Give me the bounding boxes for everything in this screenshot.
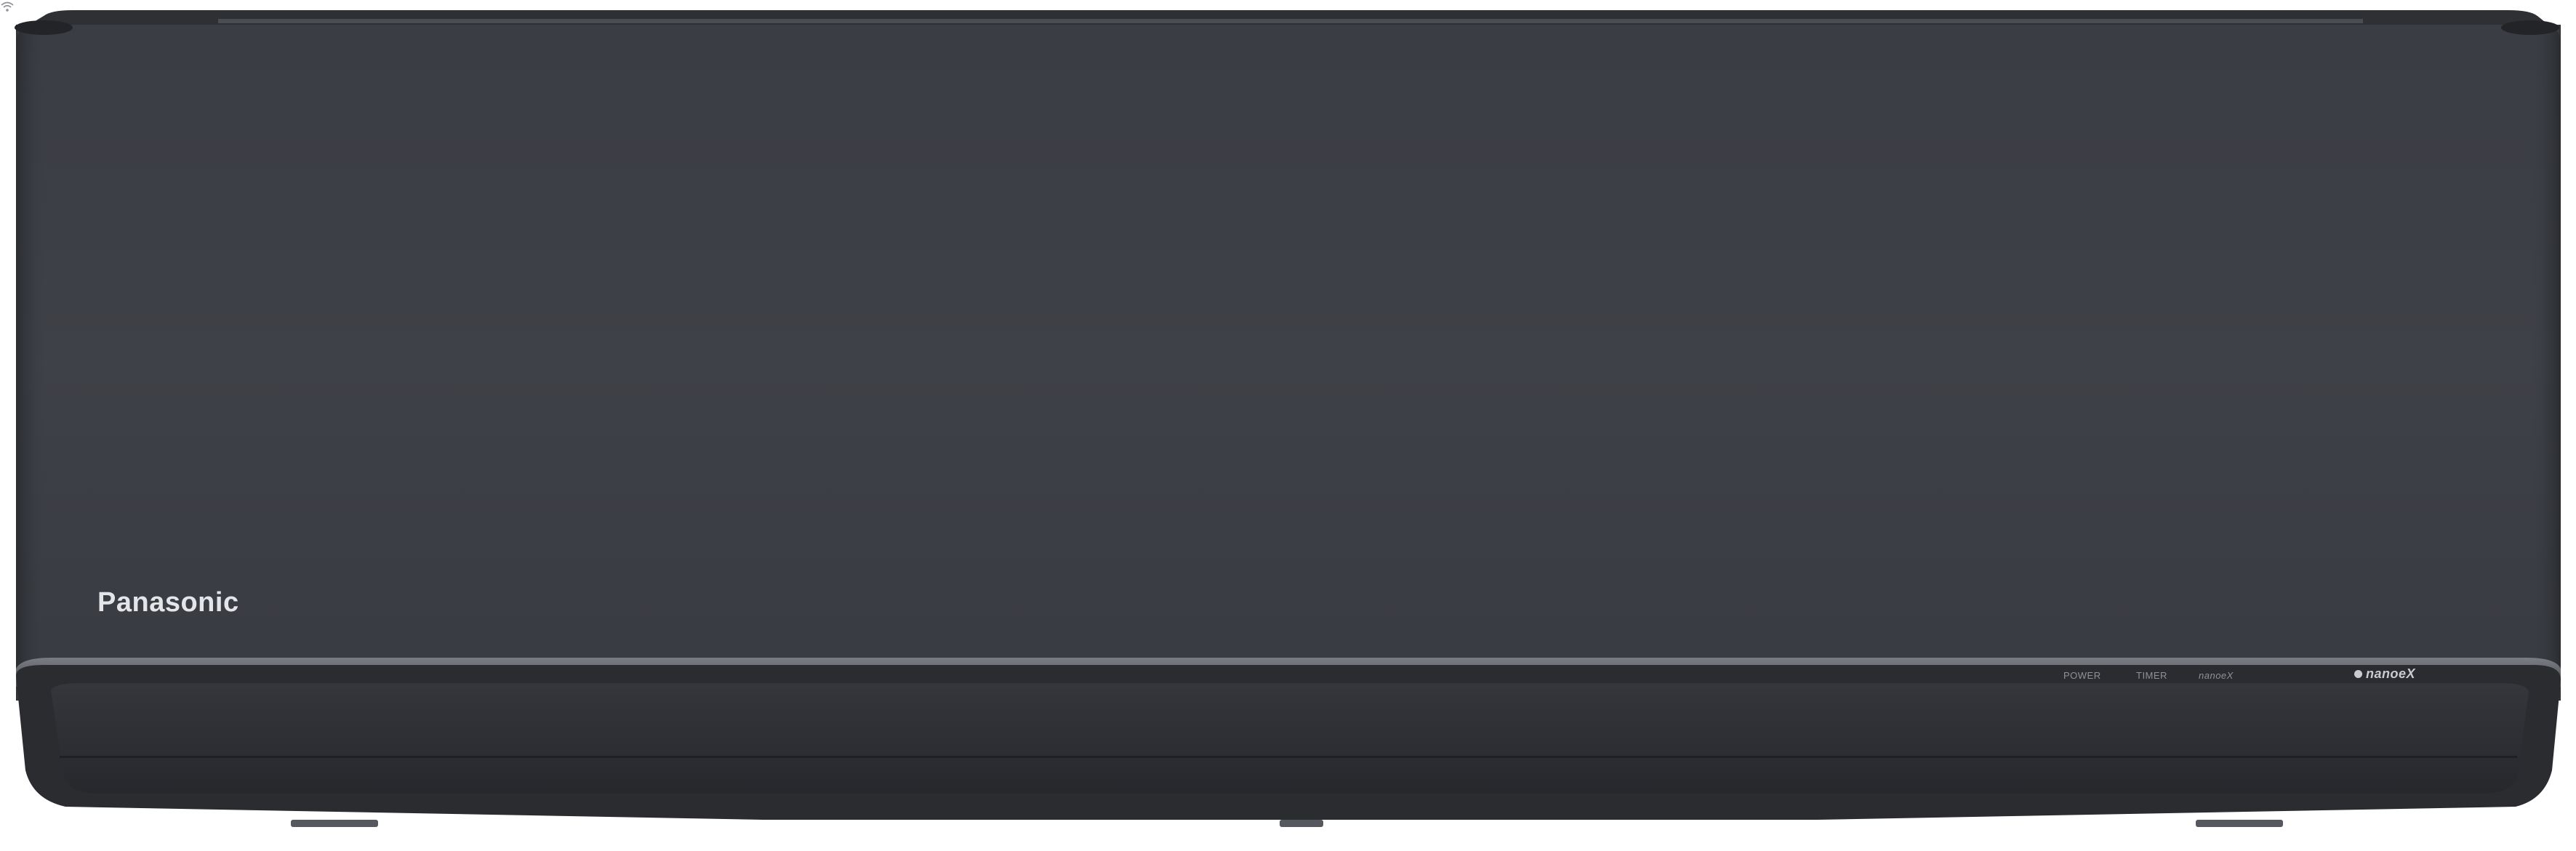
- timer-indicator-label: TIMER: [2136, 670, 2167, 681]
- nanoe-x-logo: nanoeX: [2354, 665, 2415, 682]
- nanoe-indicator-label: nanoeX: [2199, 670, 2234, 681]
- power-indicator-label: POWER: [2063, 670, 2101, 681]
- bottom-tab-center: [1280, 820, 1323, 827]
- nanoe-mark-icon: [2354, 669, 2362, 678]
- air-vane: [51, 683, 2529, 794]
- bottom-tab-left: [291, 820, 378, 827]
- top-vent-line: [218, 19, 2363, 23]
- panasonic-logo: Panasonic: [97, 587, 239, 618]
- air-conditioner-indoor-unit: Panasonic POWER TIMER nanoeX nanoeX: [0, 0, 2576, 851]
- wifi-icon: [1, 1, 14, 12]
- main-panel: [16, 25, 2561, 701]
- vane-seam: [60, 756, 2517, 758]
- bottom-tab-right: [2196, 820, 2283, 827]
- unit-body-graphic: [15, 10, 2561, 827]
- nanoe-logo-text: nanoeX: [2366, 666, 2416, 681]
